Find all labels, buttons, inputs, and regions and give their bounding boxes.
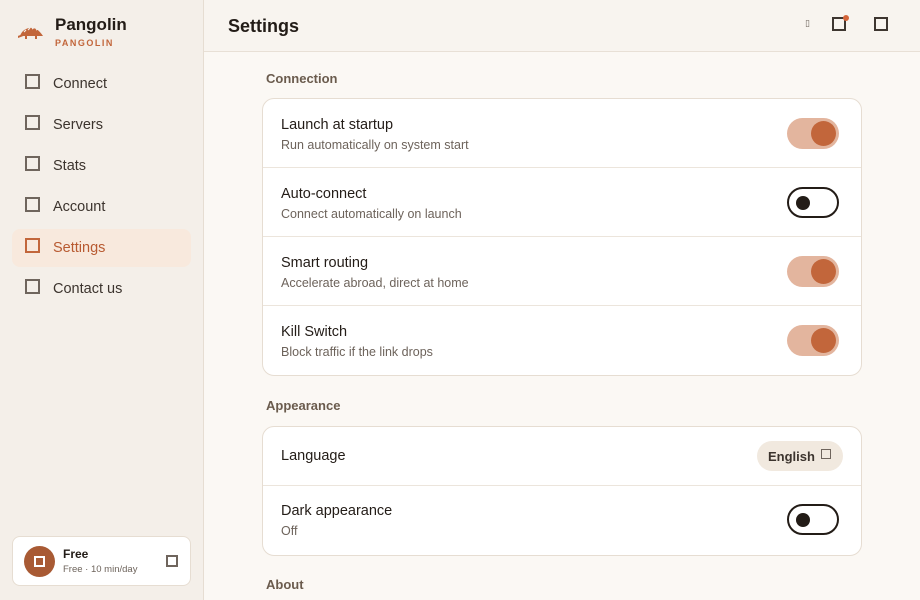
- toggle-knob: [811, 328, 836, 353]
- setting-row-language: Language English: [263, 427, 861, 486]
- section-title-connection: Connection: [266, 71, 338, 86]
- plan-detail: Free · 10 min/day: [63, 564, 138, 575]
- auto-connect-toggle[interactable]: [787, 187, 839, 218]
- setting-subtitle: Run automatically on system start: [281, 138, 469, 152]
- language-value: English: [768, 448, 815, 464]
- sidebar-item-account[interactable]: Account: [12, 188, 191, 226]
- sidebar-item-connect[interactable]: Connect: [12, 65, 191, 103]
- plan-card[interactable]: Free Free · 10 min/day: [12, 536, 191, 586]
- plan-action-icon[interactable]: [166, 555, 178, 567]
- user-icon: [34, 556, 45, 567]
- avatar: [24, 546, 55, 577]
- setting-row-dark-appearance: Dark appearance Off: [263, 486, 861, 555]
- sidebar-item-label: Servers: [53, 117, 103, 133]
- setting-subtitle: Connect automatically on launch: [281, 207, 462, 221]
- sidebar-item-label: Settings: [53, 240, 106, 256]
- sidebar-item-contact[interactable]: Contact us: [12, 270, 191, 308]
- toggle-knob: [811, 259, 836, 284]
- notification-dot: [843, 15, 849, 21]
- setting-title: Auto-connect: [281, 186, 367, 202]
- contact-icon: [25, 278, 40, 294]
- status-glyph-icon: ▯: [805, 19, 810, 29]
- chevron-down-icon: [820, 449, 831, 459]
- sidebar: Pangolin PANGOLIN Connect Servers Stats …: [0, 0, 204, 600]
- sidebar-nav: Connect Servers Stats Account Settings C…: [12, 65, 191, 311]
- brand: Pangolin PANGOLIN: [18, 14, 127, 49]
- setting-row-auto-connect: Auto-connect Connect automatically on la…: [263, 168, 861, 237]
- toggle-knob: [811, 121, 836, 146]
- connect-icon: [25, 73, 40, 89]
- window-button[interactable]: [874, 17, 888, 31]
- sidebar-item-label: Connect: [53, 76, 108, 92]
- toggle-knob: [796, 196, 810, 210]
- servers-icon: [25, 114, 40, 130]
- section-title-appearance: Appearance: [266, 398, 341, 413]
- connection-card: Launch at startup Run automatically on s…: [262, 98, 862, 376]
- setting-title: Dark appearance: [281, 503, 393, 519]
- stats-icon: [25, 155, 40, 171]
- app-name: Pangolin: [55, 15, 127, 34]
- sidebar-item-label: Contact us: [53, 281, 123, 297]
- setting-title: Smart routing: [281, 255, 369, 271]
- settings-icon: [25, 237, 40, 253]
- sidebar-item-stats[interactable]: Stats: [12, 147, 191, 185]
- app-subtitle: PANGOLIN: [55, 38, 114, 48]
- smart-routing-toggle[interactable]: [787, 256, 839, 287]
- toggle-knob: [796, 513, 810, 527]
- kill-switch-toggle[interactable]: [787, 325, 839, 356]
- sidebar-item-settings[interactable]: Settings: [12, 229, 191, 267]
- setting-subtitle: Block traffic if the link drops: [281, 345, 433, 359]
- appearance-card: Language English Dark appearance Off: [262, 426, 862, 556]
- setting-title: Language: [281, 448, 346, 464]
- language-select[interactable]: English: [757, 441, 843, 471]
- pangolin-logo-icon: [18, 27, 43, 39]
- setting-title: Kill Switch: [281, 324, 348, 340]
- notification-button[interactable]: [832, 15, 849, 31]
- sidebar-item-label: Account: [53, 199, 106, 215]
- sidebar-item-label: Stats: [53, 158, 87, 174]
- sidebar-item-servers[interactable]: Servers: [12, 106, 191, 144]
- section-title-about: About: [266, 577, 304, 592]
- setting-row-launch-at-startup: Launch at startup Run automatically on s…: [263, 99, 861, 168]
- launch-at-startup-toggle[interactable]: [787, 118, 839, 149]
- setting-title: Launch at startup: [281, 117, 394, 133]
- setting-row-smart-routing: Smart routing Accelerate abroad, direct …: [263, 237, 861, 306]
- setting-subtitle: Accelerate abroad, direct at home: [281, 276, 469, 290]
- header: Settings ▯: [204, 0, 920, 52]
- account-icon: [25, 196, 40, 212]
- setting-subtitle: Off: [281, 524, 298, 538]
- dark-appearance-toggle[interactable]: [787, 504, 839, 535]
- page-title: Settings: [228, 16, 300, 36]
- plan-title: Free: [63, 547, 89, 561]
- setting-row-kill-switch: Kill Switch Block traffic if the link dr…: [263, 306, 861, 375]
